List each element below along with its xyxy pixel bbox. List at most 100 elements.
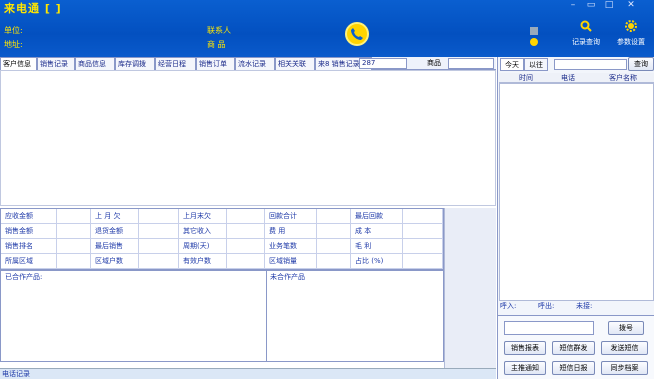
col-customer-name: 客户名称 bbox=[609, 74, 637, 82]
stat-value[interactable] bbox=[317, 209, 351, 224]
stat-value[interactable] bbox=[227, 239, 265, 254]
stat-label: 回款合计 bbox=[265, 209, 317, 224]
col-phone: 电话 bbox=[561, 74, 575, 82]
goods-field-input[interactable] bbox=[448, 58, 494, 69]
settings-label: 参数设置 bbox=[617, 38, 645, 46]
tab-sales-records[interactable]: 销售记录 bbox=[37, 57, 75, 70]
tab-sales-orders[interactable]: 销售订单 bbox=[196, 57, 235, 70]
tab-inventory-transfer[interactable]: 库存调拨 bbox=[115, 57, 155, 70]
uncooperated-products-title: 未合作产品 bbox=[270, 273, 305, 281]
stat-value[interactable] bbox=[57, 224, 91, 239]
stat-label: 业务笔数 bbox=[265, 239, 317, 254]
stat-label: 区域户数 bbox=[91, 254, 139, 269]
products-panel: 已合作产品: 未合作产品 bbox=[0, 270, 444, 362]
stat-label: 占比 (%) bbox=[351, 254, 403, 269]
sales-days-input[interactable]: 287 bbox=[359, 58, 407, 69]
goods-label: 商 品 bbox=[207, 40, 226, 49]
stat-value[interactable] bbox=[139, 239, 179, 254]
cooperated-products-title: 已合作产品: bbox=[5, 273, 43, 281]
stat-label: 上 月 欠 bbox=[91, 209, 139, 224]
promo-notice-button[interactable]: 主推通知 bbox=[504, 361, 546, 375]
action-area: 拨号 销售报表 短信群发 发送短信 主推通知 短信日报 同步档案 bbox=[498, 315, 654, 379]
stat-value[interactable] bbox=[403, 224, 443, 239]
outgoing-count-label: 呼出: bbox=[538, 302, 555, 310]
call-list[interactable] bbox=[499, 83, 654, 301]
stat-label: 成 本 bbox=[351, 224, 403, 239]
missed-count-label: 未接: bbox=[576, 302, 593, 310]
goods-field-label: 商品 bbox=[427, 59, 441, 67]
main-tabs: 客户信息 销售记录 商品信息 库存调拨 经营日程 销售订单 流水记录 相关关联 … bbox=[0, 57, 496, 70]
stat-value[interactable] bbox=[403, 239, 443, 254]
stat-value[interactable] bbox=[317, 254, 351, 269]
stats-grid: 应收金额 上 月 欠 上月末欠 回款合计 最后回款销售金额 退货金额 其它收入 费 用 成 本销… bbox=[0, 208, 444, 270]
tab-history[interactable]: 以往 bbox=[524, 58, 548, 71]
stat-label: 所属区域 bbox=[1, 254, 57, 269]
stat-label: 其它收入 bbox=[179, 224, 227, 239]
stat-label: 区域销量 bbox=[265, 254, 317, 269]
stat-label: 销售排名 bbox=[1, 239, 57, 254]
tab-transactions[interactable]: 流水记录 bbox=[235, 57, 275, 70]
stat-label: 退货金额 bbox=[91, 224, 139, 239]
products-divider bbox=[266, 271, 267, 361]
tab-business-schedule[interactable]: 经营日程 bbox=[155, 57, 196, 70]
customer-info-panel bbox=[0, 70, 496, 206]
col-time: 时间 bbox=[519, 74, 533, 82]
call-log-panel: 今天 以往 查询 时间 电话 客户名称 呼入: 呼出: 未接: 拨号 销售报表 … bbox=[497, 57, 654, 379]
address-label: 地址: bbox=[4, 40, 23, 49]
stat-value[interactable] bbox=[139, 224, 179, 239]
maximize-button[interactable]: □ bbox=[602, 0, 616, 10]
tab-related[interactable]: 相关关联 bbox=[275, 57, 315, 70]
dial-button[interactable]: 拨号 bbox=[608, 321, 644, 335]
settings-button[interactable]: 参数设置 bbox=[612, 20, 650, 47]
stat-label: 费 用 bbox=[265, 224, 317, 239]
app-header: 来电通 [ ] – ▭ □ ✕ 单位: 地址: 联系人 商 品 记录查询 参数设… bbox=[0, 0, 654, 57]
tab-customer-info[interactable]: 客户信息 bbox=[0, 57, 37, 70]
stat-label: 应收金额 bbox=[1, 209, 57, 224]
contact-label: 联系人 bbox=[207, 26, 231, 35]
tab-today[interactable]: 今天 bbox=[500, 58, 524, 71]
restore-button[interactable]: – bbox=[566, 0, 580, 10]
stat-label: 上月末欠 bbox=[179, 209, 227, 224]
status-bar: 电话记录 bbox=[0, 368, 496, 379]
app-title: 来电通 [ ] bbox=[4, 2, 62, 15]
stat-value[interactable] bbox=[139, 254, 179, 269]
sales-report-button[interactable]: 销售报表 bbox=[504, 341, 546, 355]
lower-scroll-area bbox=[444, 208, 496, 368]
stat-value[interactable] bbox=[227, 224, 265, 239]
sms-daily-button[interactable]: 短信日报 bbox=[552, 361, 595, 375]
stat-value[interactable] bbox=[227, 254, 265, 269]
stat-label: 有效户数 bbox=[179, 254, 227, 269]
stat-value[interactable] bbox=[227, 209, 265, 224]
stat-label: 毛 利 bbox=[351, 239, 403, 254]
stat-value[interactable] bbox=[317, 239, 351, 254]
call-search-input[interactable] bbox=[554, 59, 627, 70]
close-button[interactable]: ✕ bbox=[624, 0, 638, 10]
minimize-button[interactable]: ▭ bbox=[584, 0, 598, 10]
stat-value[interactable] bbox=[57, 209, 91, 224]
incoming-count-label: 呼入: bbox=[500, 302, 517, 310]
call-grid-header: 时间 电话 客户名称 bbox=[499, 73, 654, 83]
stat-label: 销售金额 bbox=[1, 224, 57, 239]
record-query-label: 记录查询 bbox=[572, 38, 600, 46]
send-sms-button[interactable]: 发送短信 bbox=[601, 341, 648, 355]
query-button[interactable]: 查询 bbox=[628, 57, 654, 71]
stat-label: 周期(天) bbox=[179, 239, 227, 254]
phone-icon[interactable] bbox=[345, 22, 369, 46]
search-icon bbox=[568, 20, 604, 34]
gear-icon bbox=[612, 20, 650, 34]
sms-broadcast-button[interactable]: 短信群发 bbox=[552, 341, 595, 355]
sync-archive-button[interactable]: 同步档案 bbox=[601, 361, 648, 375]
dial-number-input[interactable] bbox=[504, 321, 594, 335]
user-status-icon[interactable] bbox=[527, 24, 541, 50]
stat-value[interactable] bbox=[403, 254, 443, 269]
stat-value[interactable] bbox=[139, 209, 179, 224]
stat-value[interactable] bbox=[57, 254, 91, 269]
stat-label: 最后销售 bbox=[91, 239, 139, 254]
stat-value[interactable] bbox=[57, 239, 91, 254]
record-query-button[interactable]: 记录查询 bbox=[568, 20, 604, 47]
stat-value[interactable] bbox=[403, 209, 443, 224]
stat-label: 最后回款 bbox=[351, 209, 403, 224]
tab-goods-info[interactable]: 商品信息 bbox=[75, 57, 115, 70]
unit-label: 单位: bbox=[4, 26, 23, 35]
stat-value[interactable] bbox=[317, 224, 351, 239]
